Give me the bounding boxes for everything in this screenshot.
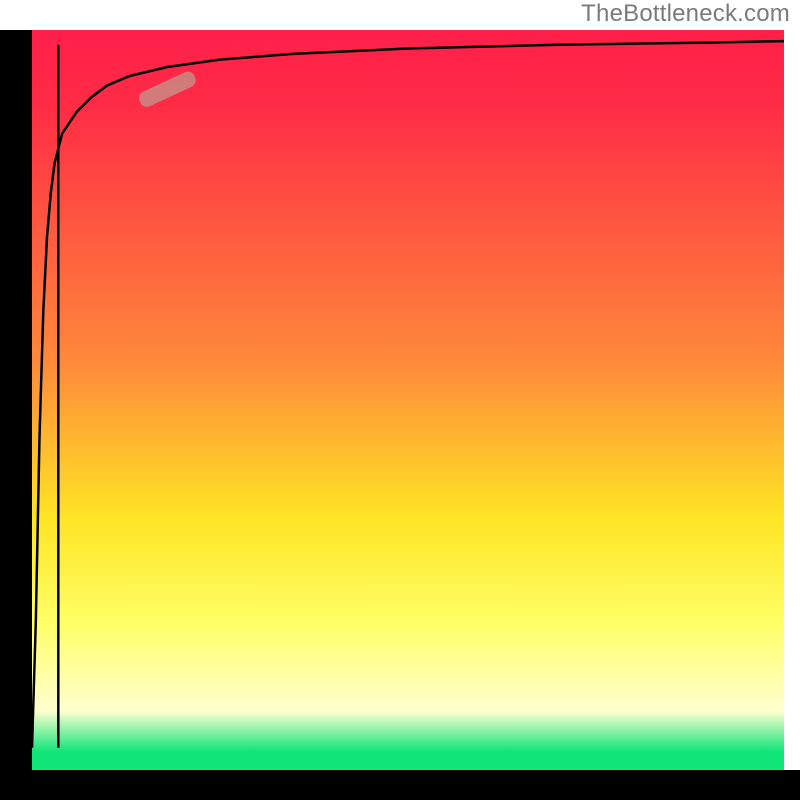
axis-frame-left [0, 30, 32, 770]
chart-stage: TheBottleneck.com [0, 0, 800, 800]
highlight-marker [137, 69, 198, 109]
watermark-text: TheBottleneck.com [581, 0, 790, 28]
plot-area [32, 30, 784, 770]
bottleneck-curve-line [32, 41, 784, 748]
curve-layer [32, 30, 784, 770]
axis-frame-bottom [0, 770, 800, 800]
